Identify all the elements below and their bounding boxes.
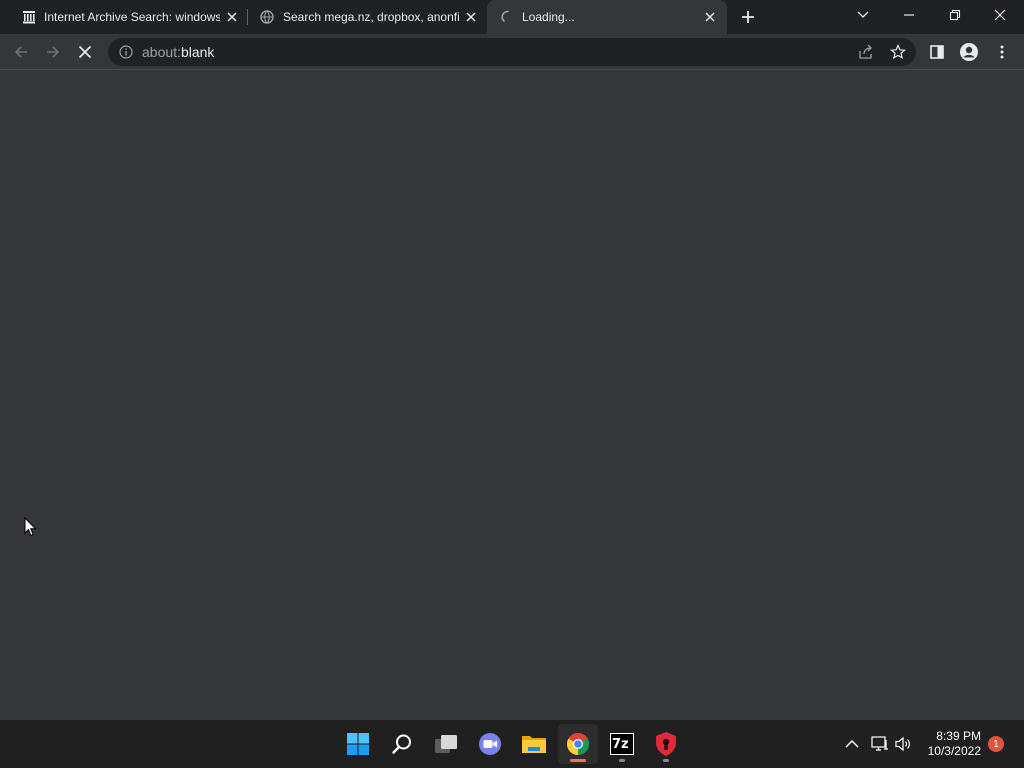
side-panel-icon: [930, 45, 944, 59]
mouse-cursor-icon: [24, 517, 37, 537]
system-clock[interactable]: 8:39 PM 10/3/2022: [928, 729, 981, 759]
tab-title: Internet Archive Search: windows: [44, 10, 220, 24]
stop-loading-button[interactable]: [73, 40, 97, 64]
task-view-button[interactable]: [426, 724, 466, 764]
loading-spinner-icon: [500, 9, 516, 25]
share-icon: [859, 44, 872, 59]
restore-icon: [949, 9, 961, 21]
back-button[interactable]: [9, 40, 33, 64]
archive-icon: [21, 9, 37, 25]
search-icon: [392, 734, 411, 754]
7zip-taskbar-button[interactable]: 7z: [602, 724, 642, 764]
tab-title: Search mega.nz, dropbox, anonfi: [283, 10, 459, 24]
info-icon[interactable]: [118, 44, 134, 60]
side-panel-button[interactable]: [925, 40, 949, 64]
tab-search-button[interactable]: [843, 0, 883, 30]
tab-close-icon[interactable]: [224, 9, 240, 25]
url-host: blank: [180, 44, 215, 60]
profile-button[interactable]: [957, 40, 981, 64]
profile-avatar-icon: [960, 43, 978, 61]
url-text: about:blank: [142, 44, 214, 60]
tab-search-mega[interactable]: Search mega.nz, dropbox, anonfi: [247, 0, 487, 34]
file-explorer-icon: [522, 736, 546, 753]
new-tab-button[interactable]: [738, 7, 758, 27]
url-scheme: about:: [142, 44, 181, 60]
share-button[interactable]: [854, 40, 878, 64]
arrow-right-icon: [47, 46, 60, 58]
security-icon: [656, 732, 676, 756]
chat-button[interactable]: [470, 724, 510, 764]
tab-close-icon[interactable]: [702, 9, 718, 25]
address-bar[interactable]: about:blank: [108, 38, 916, 66]
tab-close-icon[interactable]: [463, 9, 479, 25]
globe-icon: [259, 9, 275, 25]
volume-icon[interactable]: [894, 734, 914, 754]
file-explorer-button[interactable]: [514, 724, 554, 764]
close-icon: [994, 9, 1006, 21]
chat-icon: [479, 733, 501, 755]
plus-icon: [742, 11, 754, 23]
star-icon: [890, 44, 906, 60]
chrome-taskbar-button[interactable]: [558, 724, 598, 764]
arrow-left-icon: [14, 46, 27, 58]
tab-loading-active[interactable]: Loading...: [487, 0, 727, 34]
menu-button[interactable]: [990, 40, 1014, 64]
task-view-icon: [435, 735, 457, 753]
browser-toolbar: about:blank: [0, 34, 1024, 70]
forward-button[interactable]: [41, 40, 65, 64]
running-indicator: [663, 759, 669, 762]
bookmark-button[interactable]: [886, 40, 910, 64]
clock-date: 10/3/2022: [927, 744, 981, 758]
more-vert-icon: [1000, 45, 1004, 59]
tab-strip: Internet Archive Search: windows Search …: [0, 0, 1024, 34]
active-indicator: [570, 759, 586, 762]
chrome-icon: [567, 733, 589, 755]
restore-button[interactable]: [935, 0, 975, 30]
show-hidden-icons-button[interactable]: [842, 734, 862, 754]
tab-title: Loading...: [522, 10, 575, 24]
clock-time: 8:39 PM: [936, 729, 981, 743]
close-window-button[interactable]: [980, 0, 1020, 30]
minimize-button[interactable]: [889, 0, 929, 30]
stop-x-icon: [78, 45, 92, 59]
start-icon: [347, 733, 369, 755]
chevron-down-icon: [857, 11, 869, 18]
security-app-button[interactable]: [646, 724, 686, 764]
chevron-up-icon: [845, 740, 859, 748]
notification-badge[interactable]: 1: [988, 736, 1004, 752]
taskbar-search-button[interactable]: [382, 724, 422, 764]
minimize-icon: [904, 14, 914, 16]
taskbar: 7z 8:39 PM 10/3/2022: [0, 720, 1024, 768]
start-button[interactable]: [338, 724, 378, 764]
running-indicator: [619, 759, 625, 762]
network-icon[interactable]: [870, 734, 890, 754]
tab-internet-archive[interactable]: Internet Archive Search: windows: [0, 0, 247, 34]
page-content-blank: [0, 71, 1024, 720]
7zip-label: 7z: [612, 737, 629, 752]
